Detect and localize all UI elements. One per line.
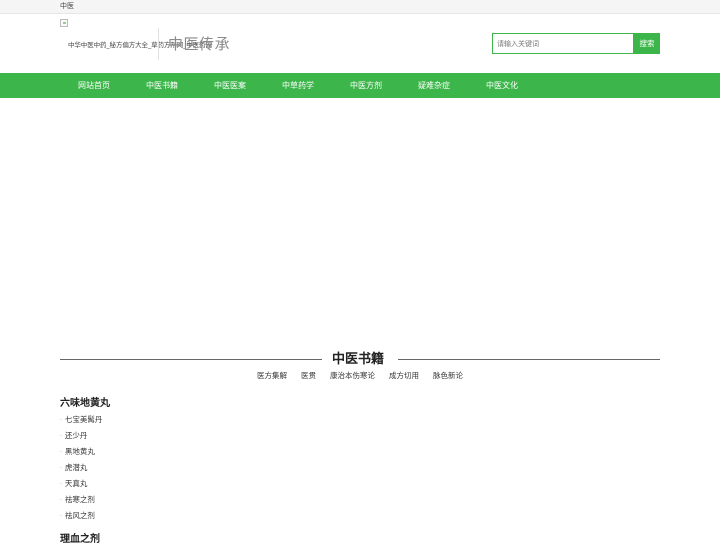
list-item-label: 黑地黄丸 [64, 447, 95, 456]
nav-item-prescriptions[interactable]: 中医方剂 [350, 73, 382, 98]
top-bar: 中医 [0, 0, 720, 14]
subcategory-links: 医方集解 医贯 康治本伤寒论 成方切用 脉色新论 [0, 370, 720, 382]
nav-item-herbs[interactable]: 中草药学 [282, 73, 314, 98]
subcat-link[interactable]: 脉色新论 [433, 370, 463, 381]
bullet-icon: · [60, 449, 62, 456]
section-header: 中医书籍 [60, 346, 660, 368]
banner-area [0, 98, 720, 338]
list-item-label: 七宝美髯丹 [64, 415, 103, 424]
list-item[interactable]: · 天真丸 [60, 478, 87, 489]
main-nav: 网站首页 中医书籍 中医医案 中草药学 中医方剂 疑难杂症 中医文化 [0, 73, 720, 98]
list-item[interactable]: · 还少丹 [60, 430, 87, 441]
nav-item-difficult-diseases[interactable]: 疑难杂症 [418, 73, 450, 98]
list-item-label: 祛风之剂 [64, 511, 95, 520]
bullet-icon: · [60, 481, 62, 488]
bullet-icon: · [60, 433, 62, 440]
site-logo-text[interactable]: 中医传承 [168, 33, 230, 54]
section-line-right [398, 359, 660, 360]
block-title[interactable]: 六味地黄丸 [60, 394, 110, 409]
bullet-icon: · [60, 465, 62, 472]
section-line-left [60, 359, 322, 360]
search-button[interactable]: 搜索 [634, 33, 660, 54]
nav-item-culture[interactable]: 中医文化 [486, 73, 518, 98]
subcat-link[interactable]: 成方切用 [389, 370, 419, 381]
list-item-label: 虎潜丸 [64, 463, 88, 472]
list-item[interactable]: · 祛寒之剂 [60, 494, 95, 505]
nav-item-home[interactable]: 网站首页 [78, 73, 110, 98]
search-input[interactable] [492, 33, 634, 54]
block-title[interactable]: 理血之剂 [60, 530, 100, 545]
subcat-link[interactable]: 康治本伤寒论 [330, 370, 375, 381]
broken-image-icon[interactable] [60, 19, 68, 27]
list-item[interactable]: · 虎潜丸 [60, 462, 87, 473]
logo-divider [158, 28, 159, 60]
bullet-icon: · [60, 513, 62, 520]
bullet-icon: · [60, 417, 62, 424]
list-item[interactable]: · 黑地黄丸 [60, 446, 95, 457]
list-item-label: 祛寒之剂 [64, 495, 95, 504]
section-title[interactable]: 中医书籍 [332, 348, 384, 367]
list-item-label: 还少丹 [64, 431, 88, 440]
nav-item-cases[interactable]: 中医医案 [214, 73, 246, 98]
list-item[interactable]: · 七宝美髯丹 [60, 414, 102, 425]
subcat-link[interactable]: 医方集解 [257, 370, 287, 381]
bullet-icon: · [60, 497, 62, 504]
nav-item-books[interactable]: 中医书籍 [146, 73, 178, 98]
site-header: 中华中医中药_秘方偏方大全_草药方剂网_中医药网 中医传承 搜索 [0, 14, 720, 73]
list-item[interactable]: · 祛风之剂 [60, 510, 95, 521]
list-item-label: 天真丸 [64, 479, 88, 488]
top-bar-label[interactable]: 中医 [60, 1, 74, 11]
subcat-link[interactable]: 医贯 [301, 370, 316, 381]
